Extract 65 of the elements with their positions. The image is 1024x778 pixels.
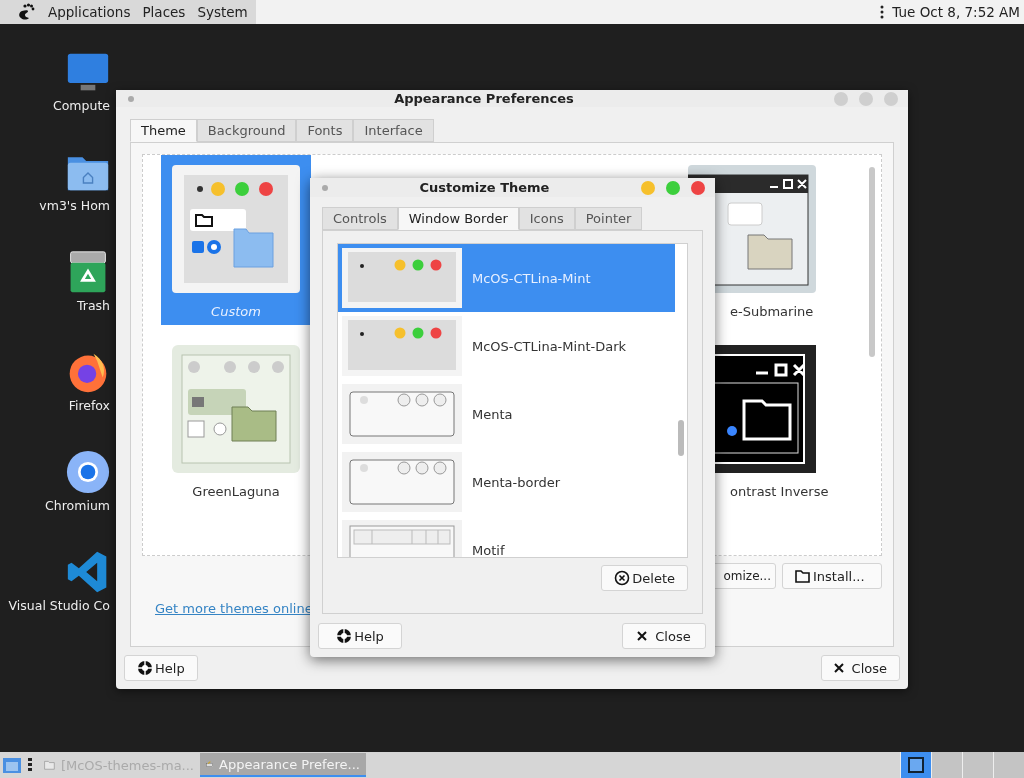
maximize-button[interactable] (666, 180, 680, 195)
tab[interactable]: Background (196, 119, 297, 142)
help-icon (137, 660, 153, 676)
tab[interactable]: Pointer (574, 207, 643, 230)
border-theme-row[interactable]: McOS-CTLina-Mint-Dark (338, 312, 675, 380)
scrollbar-thumb[interactable] (678, 420, 684, 456)
tab[interactable]: Controls (322, 207, 398, 230)
window-title: Appearance Preferences (393, 91, 575, 106)
tab[interactable]: Interface (353, 119, 434, 142)
close-button[interactable] (691, 180, 705, 195)
panel-menu[interactable]: Applications (48, 4, 131, 20)
desktop-icon-label[interactable]: Firefox (68, 398, 116, 413)
workspace-switcher-item[interactable] (931, 752, 962, 778)
install-button[interactable]: Install... (782, 563, 882, 589)
border-theme-name: Menta-border (472, 474, 561, 490)
border-theme-name: McOS-CTLina-Mint (472, 270, 591, 286)
close-button[interactable]: Close (622, 623, 706, 649)
minimize-button[interactable] (641, 180, 655, 195)
window-menu-icon[interactable] (322, 184, 328, 191)
border-theme-row[interactable]: Motif (338, 516, 675, 557)
border-theme-name: Menta (472, 406, 513, 422)
minimize-button[interactable] (834, 91, 848, 106)
desktop-icon[interactable] (2, 755, 22, 775)
dialog-title: Customize Theme (418, 180, 551, 195)
help-button[interactable]: Help (318, 623, 402, 649)
workspace-switcher-item[interactable] (993, 752, 1024, 778)
desktop-icon-label[interactable]: Compute (53, 98, 116, 113)
panel-menu[interactable]: Places (142, 4, 186, 20)
chromium-icon[interactable] (66, 450, 110, 494)
close-icon (637, 631, 648, 641)
desktop-icon-label[interactable]: vm3's Hom (39, 198, 116, 213)
close-button[interactable] (884, 91, 898, 106)
workspace-switcher-item[interactable] (900, 752, 931, 778)
workspace-switcher-item[interactable] (962, 752, 993, 778)
theme-item[interactable]: GreenLaguna (161, 335, 311, 505)
desktop-icon-label[interactable]: Trash (76, 298, 116, 313)
border-theme-row[interactable]: Menta-border (338, 448, 675, 516)
scrollbar-thumb[interactable] (869, 167, 875, 357)
theme-name: GreenLaguna (192, 484, 280, 499)
theme-name: Custom (211, 304, 261, 319)
panel-menu[interactable]: System (197, 4, 248, 20)
border-theme-row[interactable]: Menta (338, 380, 675, 448)
tab[interactable]: Window Border (397, 207, 519, 230)
close-icon (833, 663, 844, 673)
desktop-icon-label[interactable]: Chromium (45, 498, 116, 513)
theme-name: e-Submarine (730, 304, 814, 319)
maximize-button[interactable] (859, 91, 873, 106)
delete-icon (614, 570, 631, 586)
border-theme-name: McOS-CTLina-Mint-Dark (472, 338, 626, 354)
tab[interactable]: Theme (130, 119, 197, 142)
window-menu-icon[interactable] (128, 95, 134, 102)
handle-icon[interactable] (28, 757, 32, 773)
desktop-icon-label[interactable]: Visual Studio Co (8, 598, 116, 613)
folder-icon (795, 568, 811, 584)
theme-name: ontrast Inverse (730, 484, 829, 499)
border-theme-name: Motif (472, 542, 505, 557)
foot-icon[interactable] (16, 2, 36, 22)
tab[interactable]: Fonts (296, 119, 354, 142)
help-button[interactable]: Help (124, 655, 198, 681)
clock[interactable]: Tue Oct 8, 7:52 AM (892, 4, 1020, 20)
more-icon[interactable] (880, 5, 885, 19)
tab[interactable]: Icons (518, 207, 575, 230)
delete-button[interactable]: Delete (601, 565, 688, 591)
close-button[interactable]: Close (820, 655, 900, 681)
help-icon (336, 628, 353, 644)
